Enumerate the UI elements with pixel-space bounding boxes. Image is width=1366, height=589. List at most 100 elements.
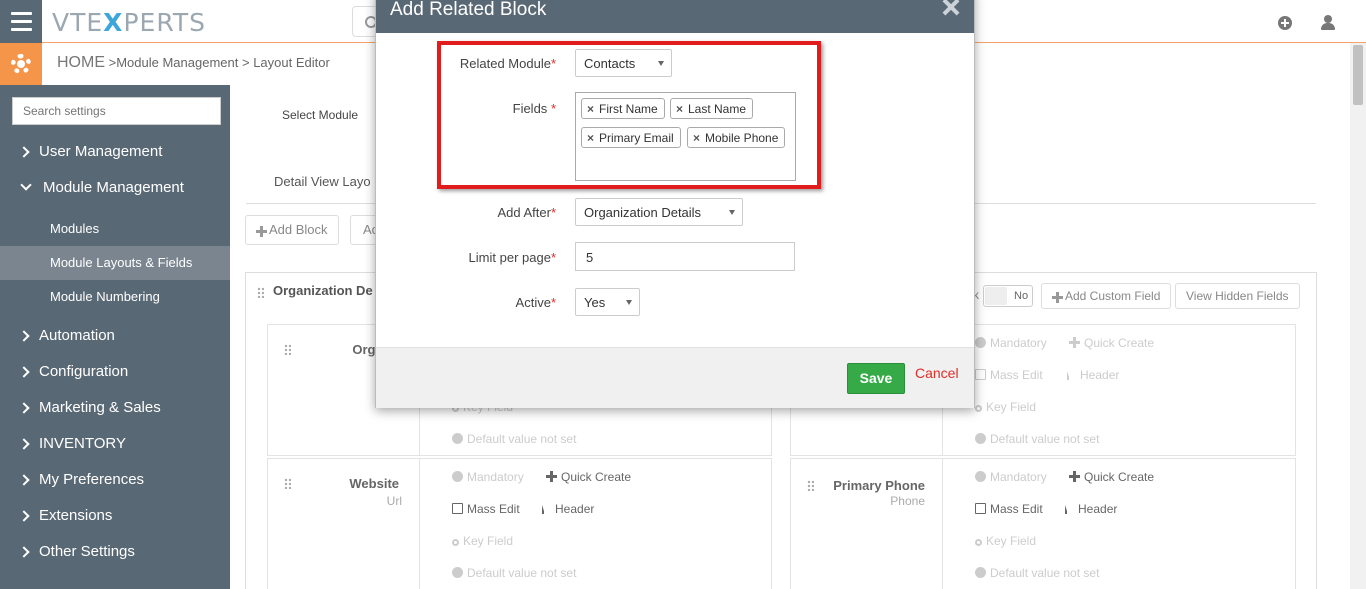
sidebar-item-label: Configuration	[39, 363, 129, 380]
scrollbar-thumb[interactable]	[1353, 45, 1363, 105]
modal-header: Add Related Block	[376, 0, 974, 33]
block-toggle[interactable]: No	[983, 285, 1033, 307]
sidebar-item-my-preferences[interactable]: My Preferences	[0, 462, 230, 498]
limit-per-page-input[interactable]: 5	[575, 242, 795, 271]
chevron-right-icon	[18, 366, 30, 378]
save-button[interactable]: Save	[847, 363, 905, 394]
active-select[interactable]: Yes	[575, 288, 640, 316]
key-icon	[452, 539, 459, 546]
sidebar-item-label: Other Settings	[39, 543, 135, 560]
sidebar-item-user-management[interactable]: User Management	[0, 134, 230, 170]
quick-create-option[interactable]: Quick Create	[1069, 470, 1154, 484]
mass-edit-option[interactable]: Mass Edit	[975, 502, 1043, 516]
chevron-right-icon	[18, 402, 30, 414]
drag-handle-icon[interactable]	[807, 480, 814, 491]
sidebar-item-other-settings[interactable]: Other Settings	[0, 534, 230, 570]
mass-edit-label: Mass Edit	[990, 502, 1043, 516]
mandatory-option[interactable]: Mandatory	[452, 470, 524, 484]
view-hidden-fields-button[interactable]: View Hidden Fields	[1175, 283, 1300, 309]
key-icon	[975, 405, 982, 412]
sidebar-item-label: Marketing & Sales	[39, 399, 161, 416]
select-module-label: Select Module	[282, 108, 359, 122]
drag-handle-icon[interactable]	[284, 478, 291, 489]
add-related-block-modal: Add Related Block Related Module* Contac…	[375, 0, 975, 408]
page-scrollbar[interactable]	[1350, 43, 1366, 589]
key-field-option[interactable]: Key Field	[975, 400, 1036, 414]
limit-per-page-label: Limit per page*	[376, 250, 556, 265]
sidebar-item-inventory[interactable]: INVENTORY	[0, 426, 230, 462]
sidebar-subitem-module-numbering[interactable]: Module Numbering	[0, 280, 230, 314]
default-value-option[interactable]: Default value not set	[452, 566, 576, 580]
toggle-value: No	[1014, 290, 1029, 302]
cancel-link[interactable]: Cancel	[915, 365, 959, 381]
header-option[interactable]: Header	[1067, 368, 1119, 382]
modal-title: Add Related Block	[390, 0, 547, 20]
breadcrumb-home[interactable]: HOME	[57, 54, 105, 71]
limit-per-page-label-text: Limit per page	[468, 250, 551, 265]
breadcrumb-module-management[interactable]: Module Management	[116, 55, 238, 70]
sidebar-item-module-management[interactable]: Module Management	[0, 170, 230, 206]
mandatory-option[interactable]: Mandatory	[975, 470, 1047, 484]
add-block-button[interactable]: Add Block	[245, 215, 339, 245]
mass-edit-option[interactable]: Mass Edit	[975, 368, 1043, 382]
default-value-label: Default value not set	[467, 432, 577, 446]
chevron-right-icon	[18, 510, 30, 522]
drag-handle-icon[interactable]	[257, 287, 264, 298]
plus-icon	[256, 226, 267, 237]
header-option[interactable]: Header	[542, 502, 594, 516]
chevron-right-icon	[18, 546, 30, 558]
tab-detail-view-layout[interactable]: Detail View Layo	[274, 174, 371, 189]
key-field-label: Key Field	[986, 534, 1037, 548]
menu-icon[interactable]	[0, 0, 42, 43]
sidebar-subitem-label: Module Layouts & Fields	[50, 255, 193, 270]
sidebar-item-label: INVENTORY	[39, 435, 126, 452]
required-mark: *	[550, 295, 556, 310]
mass-edit-label: Mass Edit	[467, 502, 520, 516]
close-icon[interactable]	[942, 0, 960, 16]
flag-icon	[1067, 371, 1076, 380]
sidebar-subitem-module-layouts-fields[interactable]: Module Layouts & Fields	[0, 246, 230, 280]
gear-icon[interactable]	[0, 43, 42, 85]
add-after-select[interactable]: Organization Details	[575, 198, 743, 226]
sidebar-item-extensions[interactable]: Extensions	[0, 498, 230, 534]
sidebar-item-marketing-sales[interactable]: Marketing & Sales	[0, 390, 230, 426]
header-option[interactable]: Header	[1065, 502, 1117, 516]
sidebar-subitem-label: Modules	[50, 221, 100, 236]
field-name: Primary Phone	[833, 478, 925, 493]
plus-icon[interactable]	[1278, 16, 1292, 30]
default-value-label: Default value not set	[990, 432, 1100, 446]
drag-handle-icon[interactable]	[284, 344, 291, 355]
mass-edit-option[interactable]: Mass Edit	[452, 502, 520, 516]
modal-footer: Save Cancel	[376, 347, 974, 408]
add-custom-field-button[interactable]: Add Custom Field	[1041, 283, 1172, 309]
default-value-option[interactable]: Default value not set	[975, 432, 1099, 446]
block-title: Organization De	[273, 283, 373, 298]
key-field-label: Key Field	[463, 534, 514, 548]
breadcrumb: HOME >Module Management > Layout Editor	[57, 54, 330, 72]
quick-create-option[interactable]: Quick Create	[1069, 336, 1154, 350]
settings-search-input[interactable]	[12, 97, 221, 125]
key-field-option[interactable]: Key Field	[452, 534, 513, 548]
key-icon	[975, 539, 982, 546]
user-icon[interactable]	[1321, 15, 1335, 31]
dropdown-caret-icon	[729, 210, 735, 215]
sidebar-subitem-modules[interactable]: Modules	[0, 212, 230, 246]
required-mark: *	[550, 250, 556, 265]
default-value-label: Default value not set	[467, 566, 577, 580]
key-field-option[interactable]: Key Field	[975, 534, 1036, 548]
field-divider	[419, 459, 420, 589]
mass-edit-label: Mass Edit	[990, 368, 1043, 382]
default-value-label: Default value not set	[990, 566, 1100, 580]
header-label: Header	[1078, 502, 1118, 516]
default-value-option[interactable]: Default value not set	[452, 432, 576, 446]
quick-create-label: Quick Create	[561, 470, 632, 484]
sidebar-subitem-label: Module Numbering	[50, 289, 160, 304]
default-value-option[interactable]: Default value not set	[975, 566, 1099, 580]
view-hidden-fields-label: View Hidden Fields	[1186, 289, 1289, 303]
active-label: Active*	[376, 295, 556, 310]
quick-create-option[interactable]: Quick Create	[546, 470, 631, 484]
sidebar-item-automation[interactable]: Automation	[0, 318, 230, 354]
sidebar-item-configuration[interactable]: Configuration	[0, 354, 230, 390]
app-logo[interactable]: VTEXPERTS	[52, 8, 206, 37]
mandatory-option[interactable]: Mandatory	[975, 336, 1047, 350]
